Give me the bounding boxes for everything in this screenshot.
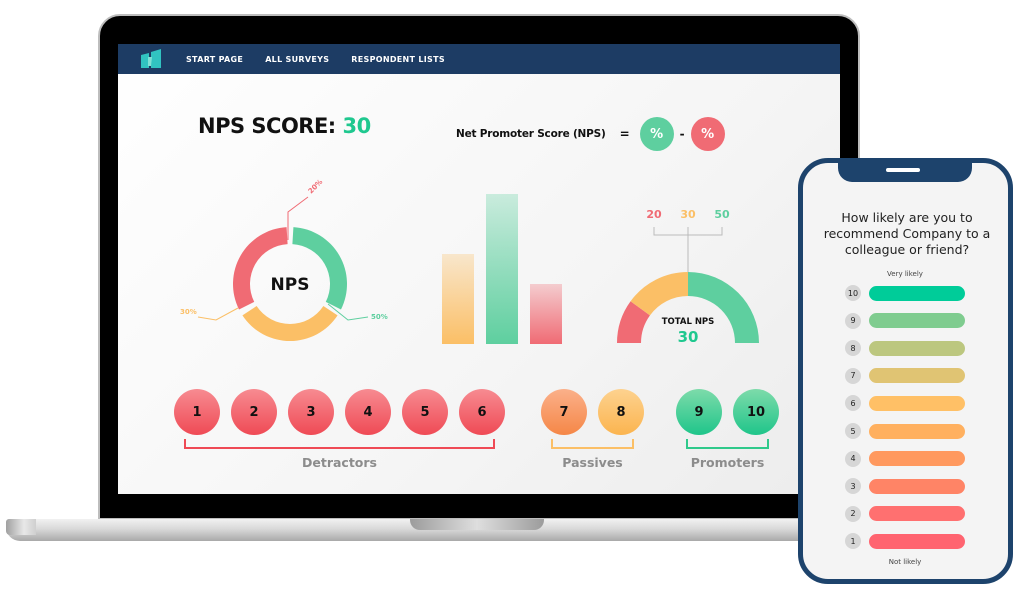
- option-number: 4: [845, 450, 861, 467]
- very-likely-label: Very likely: [887, 270, 923, 278]
- survey-option-2[interactable]: 2: [845, 505, 965, 522]
- score-ball-6[interactable]: 6: [459, 389, 505, 435]
- option-bar[interactable]: [869, 451, 965, 467]
- option-bar[interactable]: [869, 506, 965, 522]
- option-bar[interactable]: [869, 533, 965, 549]
- option-number: 6: [845, 395, 861, 412]
- donut-svg: NPS 20% 50% 30%: [180, 178, 388, 341]
- group-label-passives: Passives: [562, 455, 623, 470]
- bar-promoters: [486, 194, 518, 344]
- score-ball-1[interactable]: 1: [174, 389, 220, 435]
- gauge-value-label: 20: [646, 208, 662, 221]
- donut-callout-line: [197, 307, 239, 321]
- option-bar[interactable]: [869, 285, 965, 301]
- option-number: 3: [845, 478, 861, 495]
- survey-option-3[interactable]: 3: [845, 478, 965, 495]
- laptop-screen: START PAGE ALL SURVEYS RESPONDENT LISTS …: [118, 44, 840, 494]
- option-bar[interactable]: [869, 478, 965, 494]
- survey-option-5[interactable]: 5: [845, 423, 965, 439]
- nps-formula: Net Promoter Score (NPS) = % - %: [456, 117, 725, 151]
- option-bar[interactable]: [869, 313, 965, 329]
- nps-scale: 1 2 3 4 5 6 Detractors 7 8 Passives 9 10 Promoters: [174, 389, 794, 489]
- brand-logo-icon[interactable]: [140, 49, 162, 69]
- nps-score-label: NPS SCORE:: [198, 114, 336, 138]
- formula-label: Net Promoter Score (NPS): [456, 128, 606, 140]
- gauge-total-value: 30: [678, 328, 699, 346]
- score-ball-2[interactable]: 2: [231, 389, 277, 435]
- score-ball-4[interactable]: 4: [345, 389, 391, 435]
- option-number: 1: [845, 533, 861, 550]
- gauge-segment-promoters: [688, 272, 759, 343]
- gauge-svg: 20 30 50TOTAL NPS30: [617, 208, 759, 346]
- survey-question: How likely are you to recommend Company …: [823, 210, 991, 257]
- formula-equals: =: [619, 127, 630, 141]
- option-bar[interactable]: [869, 340, 965, 356]
- nps-score-heading: NPS SCORE: 30: [198, 114, 371, 138]
- score-ball-8[interactable]: 8: [598, 389, 644, 435]
- total-nps-gauge: 20 30 50 TOTAL NPS 30: [608, 199, 768, 349]
- bar-passives: [442, 254, 474, 344]
- option-number: 8: [845, 340, 861, 357]
- survey-option-4[interactable]: 4: [845, 450, 965, 467]
- nps-score-value: 30: [342, 114, 372, 138]
- survey-option-1[interactable]: 1: [845, 533, 965, 550]
- navbar: START PAGE ALL SURVEYS RESPONDENT LISTS: [118, 44, 840, 74]
- group-label-detractors: Detractors: [301, 455, 377, 470]
- nav-start-page[interactable]: START PAGE: [186, 55, 243, 64]
- option-number: 9: [845, 312, 861, 329]
- survey-option-10[interactable]: 10: [845, 285, 965, 301]
- nav-respondent-lists[interactable]: RESPONDENT LISTS: [351, 55, 445, 64]
- donut-segment-passives: [242, 306, 338, 341]
- donut-center-label: NPS: [271, 275, 310, 295]
- gauge-value-label: 50: [714, 208, 730, 221]
- nps-donut-chart: NPS 20% 50% 30%: [168, 172, 408, 352]
- phone-speaker: [886, 168, 920, 172]
- survey-option-8[interactable]: 8: [845, 340, 965, 357]
- score-ball-10[interactable]: 10: [733, 389, 779, 435]
- gauge-title: TOTAL NPS: [662, 317, 715, 327]
- donut-segment-detractors: [233, 227, 288, 310]
- gauge-value-label: 30: [680, 208, 696, 221]
- option-bar[interactable]: [869, 423, 965, 439]
- formula-minus: -: [679, 127, 685, 141]
- survey-option-7[interactable]: 7: [845, 367, 965, 384]
- bracket-promoters: [686, 439, 769, 449]
- option-number: 5: [845, 423, 861, 439]
- bracket-passives: [551, 439, 634, 449]
- survey-option-9[interactable]: 9: [845, 312, 965, 329]
- survey-option-6[interactable]: 6: [845, 395, 965, 412]
- score-ball-5[interactable]: 5: [402, 389, 448, 435]
- not-likely-label: Not likely: [888, 558, 922, 566]
- option-number: 10: [845, 285, 861, 301]
- donut-percent-label: 50%: [371, 313, 388, 321]
- score-ball-7[interactable]: 7: [541, 389, 587, 435]
- laptop-base-edge: [6, 519, 36, 535]
- donut-percent-label: 20%: [307, 178, 325, 196]
- promoters-percent-circle: %: [639, 117, 674, 151]
- option-bar[interactable]: [869, 368, 965, 384]
- bars-svg: [442, 194, 562, 344]
- detractors-percent-circle: %: [690, 117, 725, 151]
- option-bar[interactable]: [869, 395, 965, 411]
- group-label-promoters: Promoters: [690, 455, 765, 470]
- option-number: 2: [845, 505, 861, 522]
- nav-all-surveys[interactable]: ALL SURVEYS: [265, 55, 329, 64]
- option-number: 7: [845, 367, 861, 384]
- laptop-opening-notch: [410, 519, 544, 530]
- donut-segment-promoters: [292, 227, 347, 310]
- score-ball-3[interactable]: 3: [288, 389, 334, 435]
- nps-bar-chart: [436, 188, 576, 348]
- bracket-detractors: [184, 439, 495, 449]
- donut-percent-label: 30%: [180, 308, 197, 316]
- score-ball-9[interactable]: 9: [676, 389, 722, 435]
- bar-detractors: [530, 284, 562, 344]
